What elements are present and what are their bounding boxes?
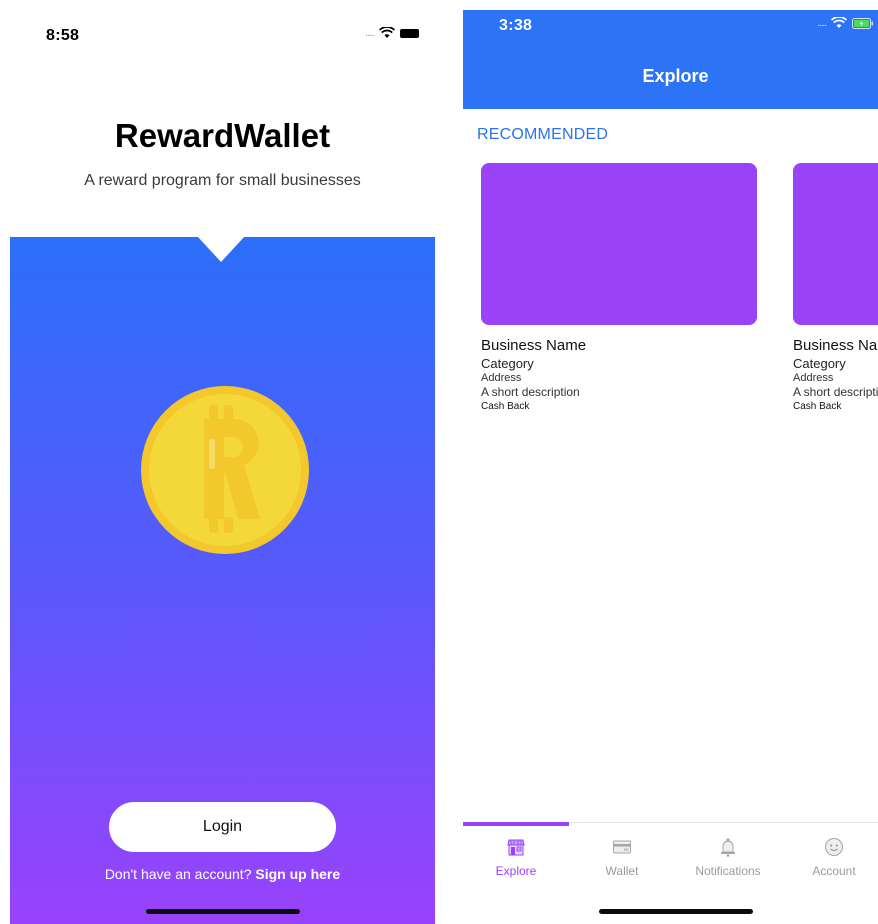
business-category: Category <box>793 356 846 371</box>
storefront-icon <box>507 839 525 856</box>
section-label-recommended: RECOMMENDED <box>477 126 609 143</box>
signup-prompt-text: Don't have an account? <box>104 866 256 882</box>
tab-label: Explore <box>495 864 537 878</box>
status-icons: ..... <box>365 27 419 39</box>
signal-dots-icon: ..... <box>817 17 827 29</box>
page-title: Explore <box>642 66 709 86</box>
home-indicator <box>599 909 753 914</box>
tab-label: Account <box>812 864 856 878</box>
tab-account[interactable]: Account <box>781 837 878 878</box>
business-name: Business Name <box>793 337 878 354</box>
status-time: 3:38 <box>499 17 533 34</box>
signal-dots-icon: ..... <box>365 27 375 39</box>
business-image <box>793 163 878 325</box>
business-address: Address <box>793 372 834 384</box>
business-cashback: Cash Back <box>481 401 530 412</box>
status-icons: ..... <box>817 17 874 29</box>
wifi-icon <box>831 17 847 28</box>
status-time: 8:58 <box>46 27 80 44</box>
signup-prompt: Don't have an account? Sign up here <box>10 866 435 882</box>
signup-link[interactable]: Sign up here <box>255 866 340 882</box>
business-description: A short description <box>793 385 878 399</box>
app-subtitle: A reward program for small businesses <box>84 172 361 189</box>
tab-label: Notifications <box>695 864 761 878</box>
tab-notifications[interactable]: Notifications <box>675 837 781 878</box>
business-image <box>481 163 757 325</box>
explore-screen: 3:38 ..... Explore RECOMMENDED Business … <box>463 0 878 924</box>
login-screen: 8:58 ..... RewardWallet A reward program… <box>10 0 435 924</box>
hero-notch <box>197 236 245 262</box>
reward-coin-icon <box>141 386 309 554</box>
app-title: RewardWallet <box>114 117 331 154</box>
business-category: Category <box>481 356 534 371</box>
tab-label: Wallet <box>605 864 639 878</box>
bell-icon <box>721 838 735 857</box>
business-card[interactable]: Business Name Category Address A short d… <box>793 163 878 412</box>
battery-icon <box>400 28 419 38</box>
active-tab-indicator <box>463 822 569 826</box>
business-address: Address <box>481 372 522 384</box>
tab-explore[interactable]: Explore <box>463 837 569 878</box>
wifi-icon <box>379 27 395 38</box>
battery-charging-icon <box>852 17 873 29</box>
wallet-card-icon <box>613 840 631 854</box>
login-button[interactable]: Login <box>109 802 336 852</box>
business-description: A short description <box>481 385 580 399</box>
business-card[interactable]: Business Name Category Address A short d… <box>481 163 757 412</box>
account-face-icon <box>825 838 843 856</box>
tab-wallet[interactable]: Wallet <box>569 837 675 878</box>
home-indicator <box>146 909 300 914</box>
business-cashback: Cash Back <box>793 401 842 412</box>
business-name: Business Name <box>481 337 587 354</box>
